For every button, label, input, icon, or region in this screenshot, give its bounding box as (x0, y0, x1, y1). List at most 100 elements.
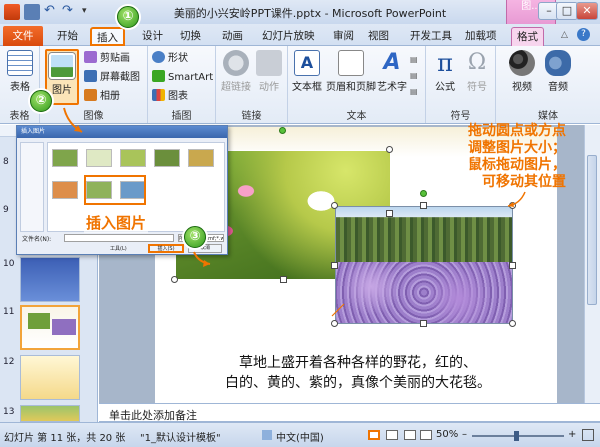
resize-handle-bl[interactable] (331, 320, 338, 327)
collapse-ribbon-icon[interactable]: △ (561, 30, 568, 40)
resize-handle-b[interactable] (420, 320, 427, 327)
help-icon[interactable]: ? (577, 28, 590, 41)
album-button[interactable]: 相册 (84, 89, 120, 104)
spellcheck-icon[interactable] (262, 430, 272, 440)
clipart-button[interactable]: 剪贴画 (84, 51, 130, 66)
photo1-handle-tr[interactable] (386, 146, 393, 153)
hyperlink-icon (223, 50, 249, 76)
header-footer-button[interactable]: 页眉和页脚 (326, 50, 376, 93)
slide-number-12: 12 (3, 357, 15, 367)
tab-developer[interactable]: 开发工具 (405, 27, 457, 46)
zoom-level[interactable]: 50% (436, 429, 458, 440)
textbox-button[interactable]: A 文本框 (290, 50, 324, 93)
dialog-nav-pane[interactable] (20, 142, 44, 232)
tab-insert[interactable]: 插入 (90, 27, 125, 46)
group-text-label: 文本 (346, 111, 367, 122)
formula-button[interactable]: π 公式 (430, 50, 460, 93)
photo1-rotate-handle[interactable] (279, 127, 286, 134)
group-tables: 表格 表格 (0, 46, 40, 123)
group-illustrations: 形状 SmartArt 图表 插图 (148, 46, 216, 123)
scroll-thumb[interactable] (587, 155, 597, 305)
pi-icon: π (437, 49, 453, 77)
maximize-button[interactable]: □ (556, 2, 578, 20)
tab-animations[interactable]: 动画 (217, 27, 248, 46)
tab-transitions[interactable]: 切换 (175, 27, 206, 46)
tab-format[interactable]: 格式 (511, 27, 544, 46)
save-icon[interactable] (24, 4, 40, 20)
tab-home[interactable]: 开始 (52, 27, 83, 46)
group-links-label: 链接 (241, 111, 262, 122)
file-thumb[interactable] (86, 149, 112, 167)
picture-icon (49, 53, 75, 79)
file-thumb[interactable] (120, 149, 146, 167)
slide-text[interactable]: 草地上盛开着各种各样的野花，红的、 白的、黄的、紫的，真像个美丽的大花毯。 (173, 353, 543, 393)
powerpoint-logo-icon[interactable] (4, 4, 20, 20)
symbol-button[interactable]: Ω 符号 (462, 50, 492, 93)
notes-pane[interactable]: 单击此处添加备注 (99, 403, 600, 422)
filename-input[interactable] (64, 234, 174, 242)
video-button[interactable]: 视频 (506, 50, 538, 93)
slide-number-10: 10 (3, 259, 15, 269)
tab-addins[interactable]: 加载项 (460, 27, 502, 46)
zoom-out-button[interactable]: – (462, 429, 467, 440)
slide-number-8: 8 (3, 157, 9, 167)
smartart-button[interactable]: SmartArt (152, 70, 213, 85)
wordart-button[interactable]: A 艺术字 (376, 50, 408, 93)
chart-label: 图表 (168, 91, 188, 102)
resize-handle-br[interactable] (509, 320, 516, 327)
album-label: 相册 (100, 91, 120, 102)
photo1-handle-r[interactable] (386, 210, 393, 217)
tab-file[interactable]: 文件 (3, 26, 43, 46)
theme-name[interactable]: "1_默认设计模板" (140, 429, 221, 444)
undo-icon[interactable]: ↶ (44, 4, 56, 20)
shapes-button[interactable]: 形状 (152, 51, 188, 66)
normal-view-icon[interactable] (368, 430, 380, 440)
file-thumb[interactable] (52, 181, 78, 199)
tab-view[interactable]: 视图 (363, 27, 394, 46)
textbox-icon: A (294, 50, 320, 76)
slide-thumb-12[interactable] (20, 355, 80, 400)
group-images: 图片 剪贴画 屏幕截图 相册 图像 (40, 46, 148, 123)
file-thumb[interactable] (154, 149, 180, 167)
rotate-handle[interactable] (420, 190, 427, 197)
slide-thumb-13[interactable] (20, 405, 80, 422)
slide-number-9: 9 (3, 205, 9, 215)
zoom-in-button[interactable]: + (568, 429, 576, 440)
resize-handle-l[interactable] (331, 262, 338, 269)
close-button[interactable]: ✕ (576, 2, 598, 20)
text-more-icon[interactable]: ▤ ▤ ▤ (410, 52, 422, 102)
resize-handle-t[interactable] (420, 202, 427, 209)
screenshot-button[interactable]: 屏幕截图 (84, 70, 140, 85)
audio-button[interactable]: 音频 (542, 50, 574, 93)
zoom-slider-thumb[interactable] (514, 431, 519, 441)
photo1-handle-bl[interactable] (171, 276, 178, 283)
tools-menu[interactable]: 工具(L) (110, 245, 127, 252)
hyperlink-button[interactable]: 超链接 (220, 50, 252, 93)
tab-review[interactable]: 审阅 (328, 27, 359, 46)
sorter-view-icon[interactable] (386, 430, 398, 440)
tab-design[interactable]: 设计 (137, 27, 168, 46)
album-icon (84, 89, 97, 101)
customize-toolbar-icon[interactable]: ▾ (82, 4, 92, 20)
resize-handle-r[interactable] (509, 262, 516, 269)
table-button[interactable]: 表格 (4, 50, 36, 93)
resize-handle-tl[interactable] (331, 202, 338, 209)
slide-thumb-10[interactable] (20, 257, 80, 302)
video-label: 视频 (512, 82, 532, 93)
action-button[interactable]: 动作 (254, 50, 284, 93)
tab-slideshow[interactable]: 幻灯片放映 (257, 27, 320, 46)
fit-to-window-icon[interactable] (582, 429, 594, 441)
slideshow-view-icon[interactable] (420, 430, 432, 440)
slide-thumb-11[interactable] (20, 305, 80, 350)
picture-flower-field[interactable] (335, 206, 513, 324)
redo-icon[interactable]: ↷ (62, 4, 74, 20)
photo1-handle-b[interactable] (280, 276, 287, 283)
vertical-scrollbar[interactable] (584, 125, 600, 403)
group-symbols: π 公式 Ω 符号 符号 (426, 46, 496, 123)
file-thumb[interactable] (188, 149, 214, 167)
chart-button[interactable]: 图表 (152, 89, 188, 104)
insert-button[interactable]: 插入(S) (148, 244, 184, 253)
language-indicator[interactable]: 中文(中国) (276, 429, 324, 444)
file-thumb[interactable] (52, 149, 78, 167)
reading-view-icon[interactable] (404, 430, 416, 440)
